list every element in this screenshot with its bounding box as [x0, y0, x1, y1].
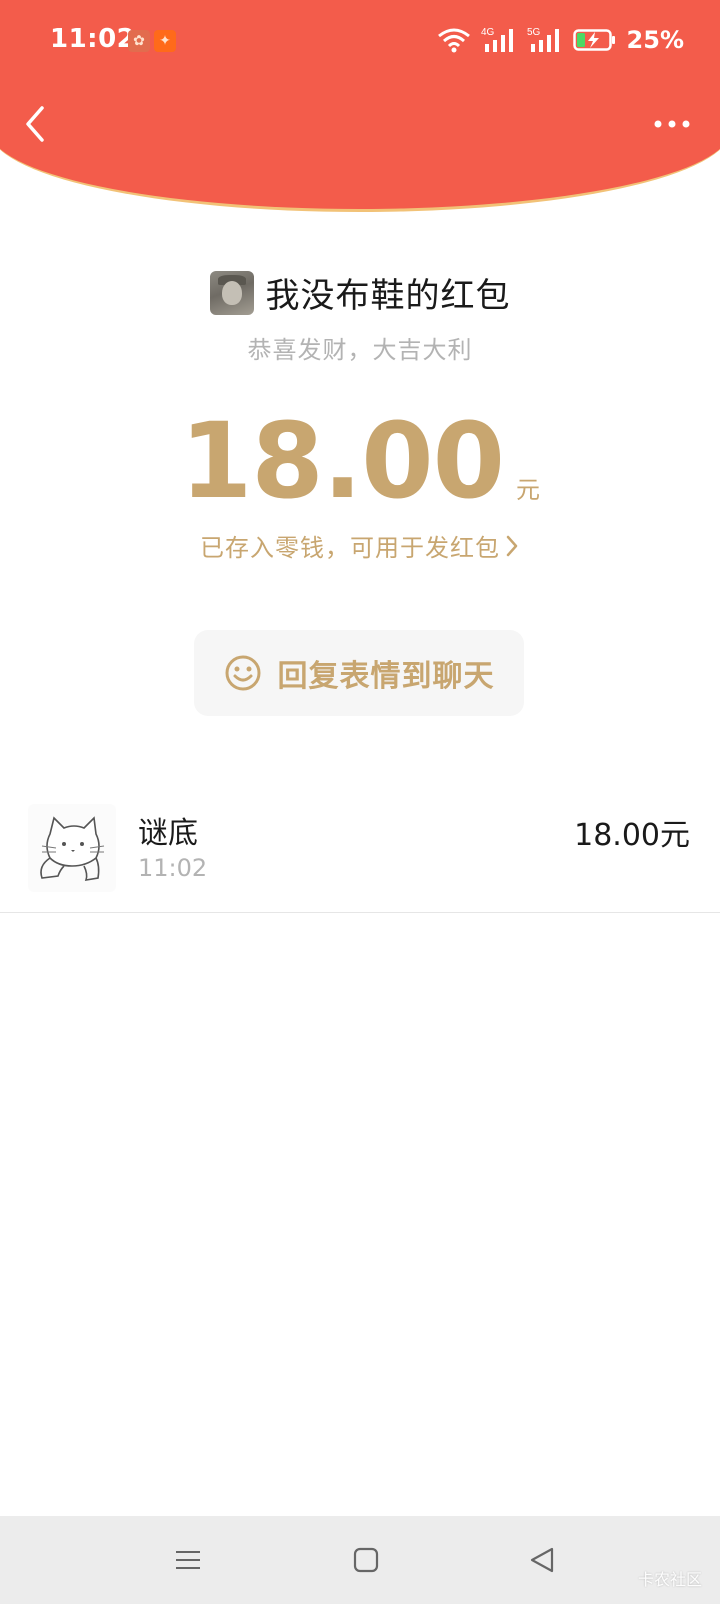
- packet-title: 我没布鞋的红包: [265, 276, 511, 316]
- sender-row: 我没布鞋的红包: [0, 268, 720, 317]
- menu-icon: [176, 1551, 200, 1569]
- chevron-left-icon: [26, 106, 44, 142]
- greeting-text: 恭喜发财，大吉大利: [247, 336, 473, 364]
- home-button[interactable]: [342, 1536, 390, 1584]
- system-back-button[interactable]: [518, 1536, 566, 1584]
- signal-4g-icon: 4G: [481, 27, 513, 52]
- reply-sticker-label: 回复表情到聊天: [277, 659, 495, 694]
- signal-5g-icon: 5G: [527, 27, 559, 52]
- status-indicators: 4G 5G 25%: [437, 26, 684, 54]
- recent-apps-button[interactable]: [164, 1536, 212, 1584]
- cat-avatar-icon[interactable]: [28, 804, 116, 892]
- saved-to-change-text: 已存入零钱，可用于发红包: [200, 534, 500, 562]
- more-dots-icon: [654, 120, 690, 128]
- more-button[interactable]: [648, 108, 696, 140]
- list-item[interactable]: 谜底 11:02 18.00元: [0, 802, 720, 913]
- system-navigation-bar: 卡农社区: [0, 1516, 720, 1604]
- wechat-icon: ✿: [128, 30, 150, 52]
- watermark-text: 卡农社区: [637, 1570, 702, 1589]
- status-time: 11:02: [50, 24, 136, 54]
- status-bar: 11:02 ✿ ✦ 4G 5G 25%: [0, 0, 720, 84]
- battery-percent: 25%: [626, 26, 684, 54]
- chevron-right-icon: [506, 535, 518, 556]
- amount-unit: 元: [515, 476, 540, 504]
- smiley-icon: [225, 655, 260, 691]
- kuaishou-icon: ✦: [154, 30, 176, 52]
- wifi-icon: [437, 28, 470, 53]
- amount-row: 18.00 元: [0, 405, 720, 517]
- record-time: 11:02: [138, 854, 208, 882]
- back-button[interactable]: [20, 100, 60, 148]
- record-amount: 18.00元: [574, 818, 690, 853]
- amount-value: 18.00: [180, 400, 505, 522]
- sender-avatar[interactable]: [209, 270, 254, 315]
- record-name: 谜底: [138, 816, 198, 851]
- network-4g-label: 4G: [481, 27, 495, 38]
- saved-to-change-link[interactable]: 已存入零钱，可用于发红包: [0, 528, 720, 563]
- reply-sticker-button[interactable]: 回复表情到聊天: [194, 630, 524, 716]
- home-square-icon: [353, 1547, 379, 1573]
- battery-charging-icon: [572, 29, 615, 51]
- back-triangle-icon: [530, 1547, 554, 1573]
- network-5g-label: 5G: [527, 27, 541, 38]
